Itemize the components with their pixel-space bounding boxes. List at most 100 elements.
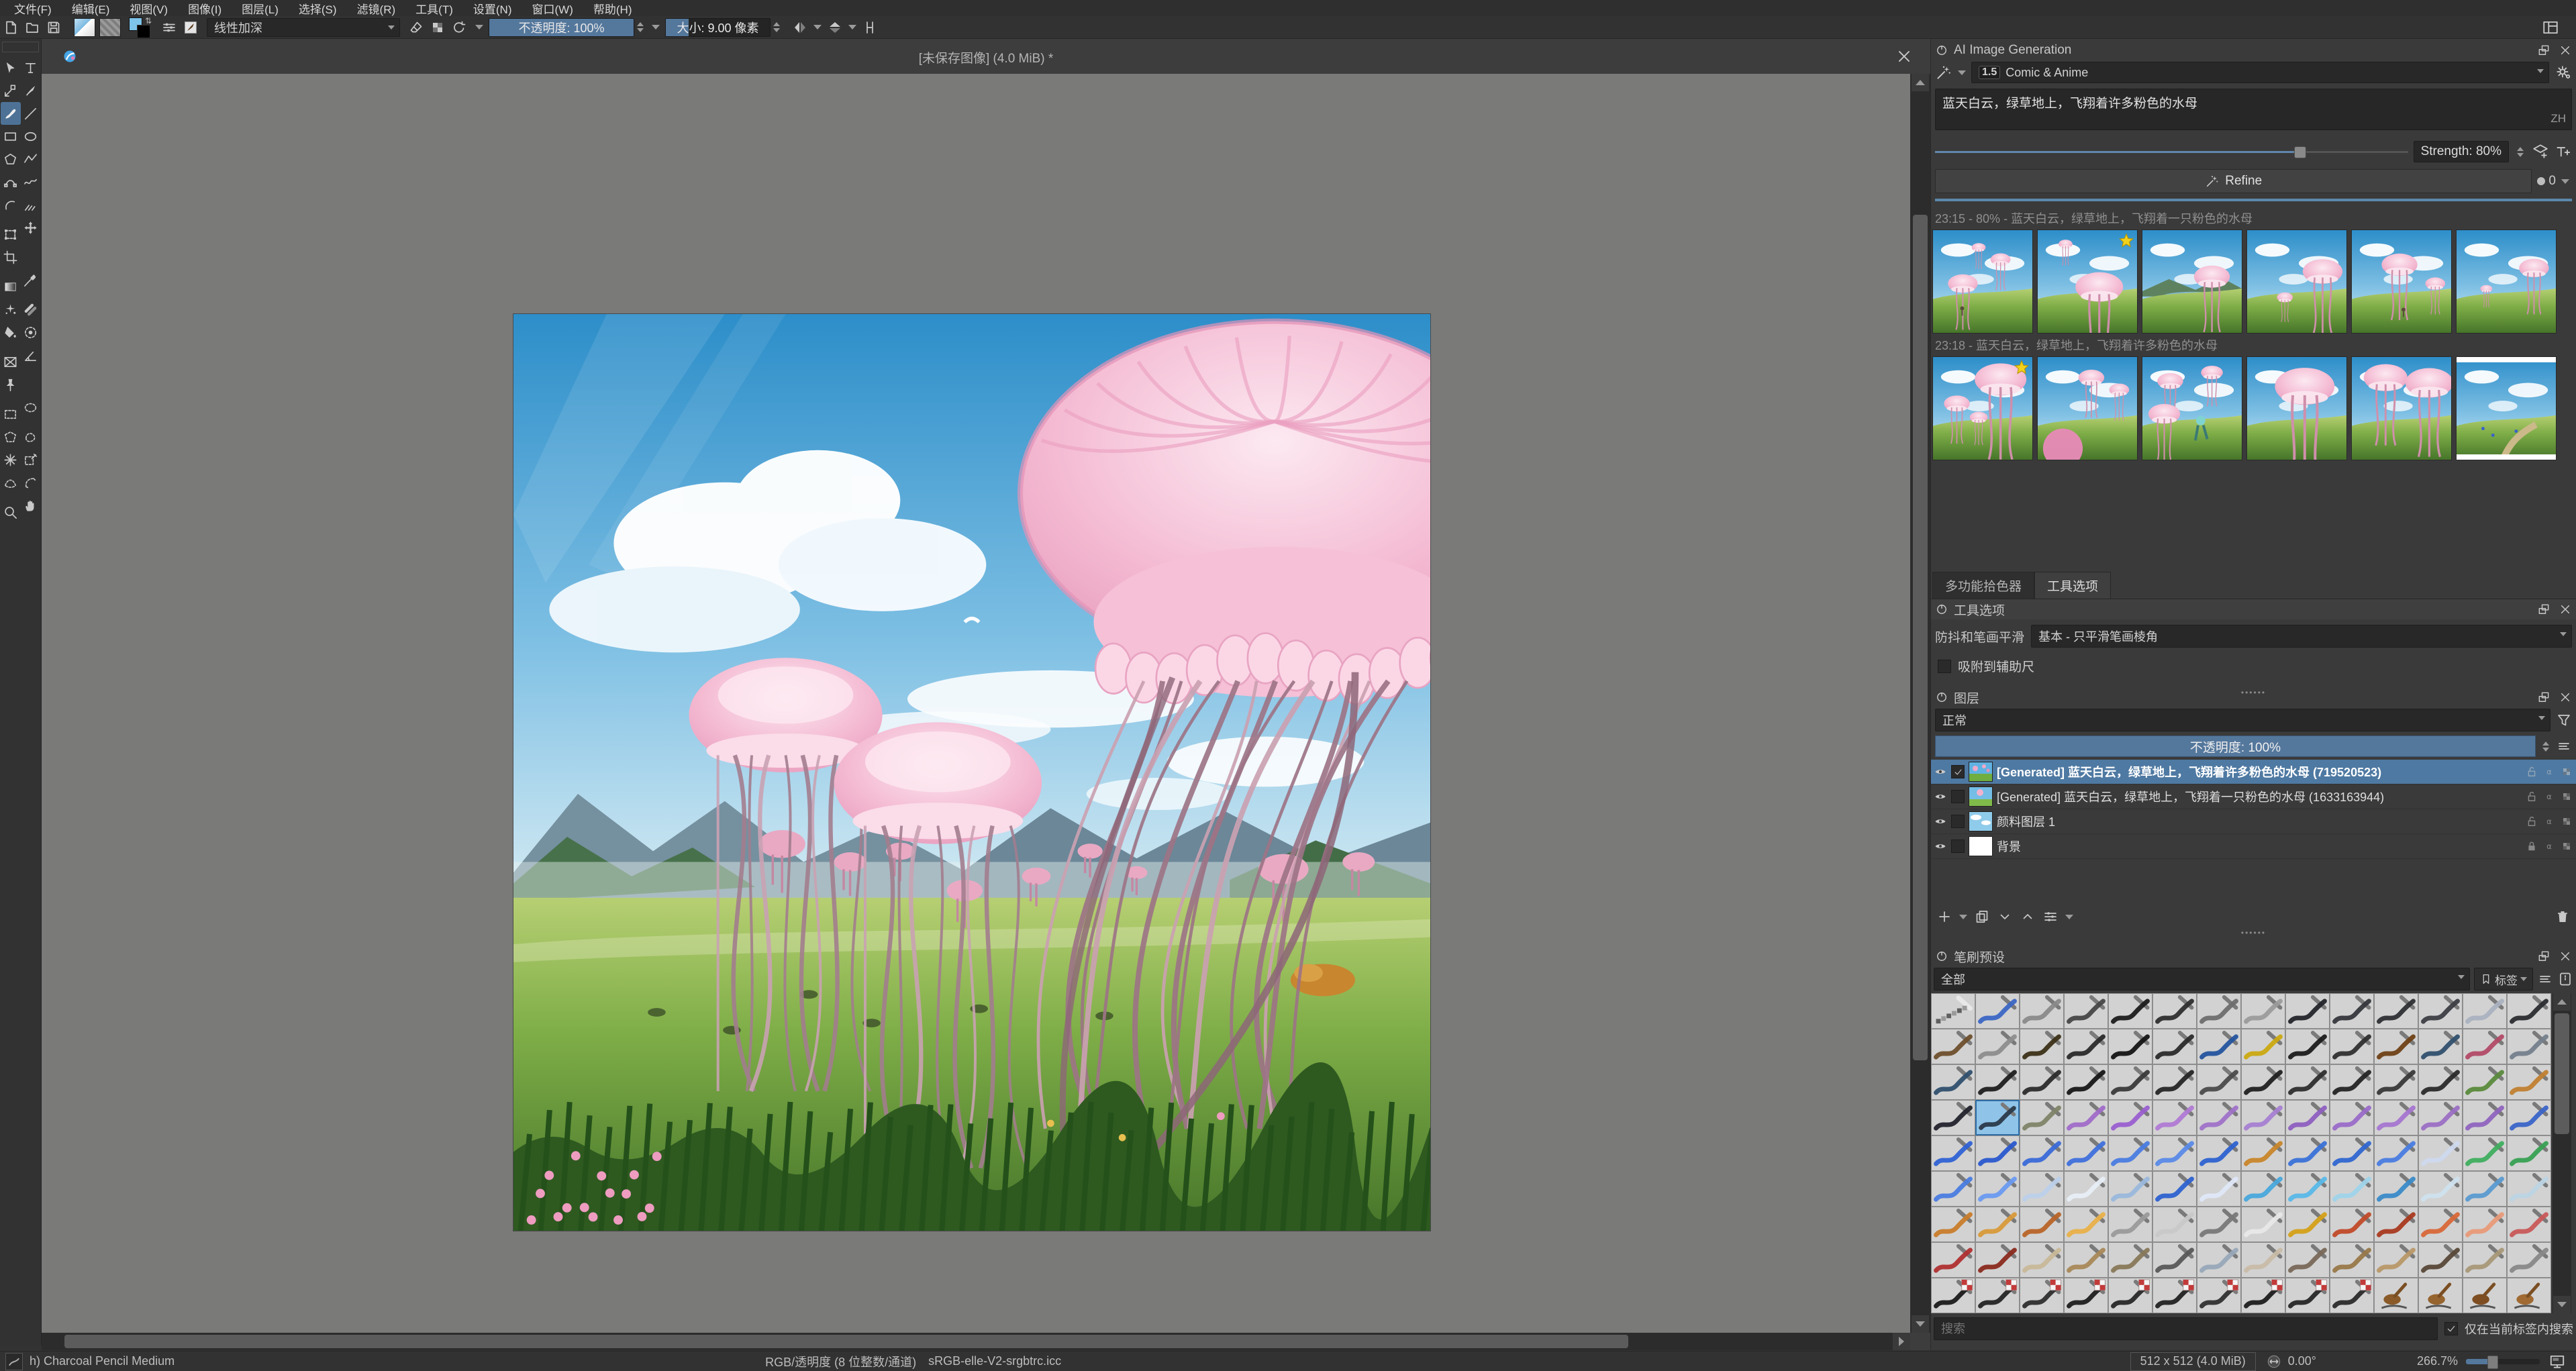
layer-row-1[interactable]: [Generated] 蓝天白云，绿草地上，飞翔着一只粉色的水母 (163316…	[1931, 784, 2576, 809]
tool-select-contiguous[interactable]	[1, 448, 21, 471]
layer-row-0[interactable]: [Generated] 蓝天白云，绿草地上，飞翔着许多粉色的水母 (719520…	[1931, 760, 2576, 784]
brush-preset-8-11[interactable]	[2418, 1278, 2463, 1313]
menu-item-10[interactable]: 帮助(H)	[583, 0, 642, 17]
history-thumbnail-0-0[interactable]	[1932, 230, 2033, 334]
close-docker-icon[interactable]	[2559, 691, 2572, 704]
tool-options-docker-header[interactable]: 工具选项	[1931, 599, 2576, 619]
menu-item-7[interactable]: 工具(T)	[405, 0, 463, 17]
history-thumbnail-0-5[interactable]	[2456, 230, 2557, 334]
layer-filter-icon[interactable]	[2556, 712, 2572, 728]
brush-preset-2-0[interactable]	[1931, 1064, 1975, 1100]
history-thumbnail-0-1[interactable]	[2037, 230, 2138, 334]
horizontal-scroll-thumb[interactable]	[64, 1335, 1628, 1348]
brush-preset-4-13[interactable]	[2507, 1135, 2551, 1171]
tool-select-similar[interactable]	[21, 448, 41, 471]
brush-preset-7-3[interactable]	[2064, 1242, 2108, 1278]
brush-preset-8-9[interactable]	[2330, 1278, 2374, 1313]
brush-preset-8-8[interactable]	[2285, 1278, 2330, 1313]
new-document-button[interactable]	[0, 17, 21, 38]
brush-preset-0-6[interactable]	[2197, 993, 2241, 1029]
alpha-lock-icon[interactable]	[2560, 765, 2573, 778]
brush-preset-7-2[interactable]	[2020, 1242, 2064, 1278]
history-thumbnail-1-0[interactable]	[1932, 356, 2033, 460]
brush-preset-6-5[interactable]	[2152, 1207, 2197, 1242]
brush-preset-0-7[interactable]	[2241, 993, 2285, 1029]
scroll-down-button[interactable]	[1912, 1315, 1929, 1333]
brush-preset-0-0[interactable]	[1931, 993, 1975, 1029]
history-thumbnail-0-3[interactable]	[2246, 230, 2347, 334]
menu-item-6[interactable]: 滤镜(R)	[347, 0, 406, 17]
inherit-alpha-icon[interactable]: α	[2542, 765, 2556, 778]
brush-scroll-thumb[interactable]	[2555, 1013, 2569, 1134]
tool-color-sampler[interactable]	[21, 268, 41, 291]
menu-item-3[interactable]: 图像(I)	[178, 0, 232, 17]
brush-preset-7-9[interactable]	[2330, 1242, 2374, 1278]
brush-preset-6-3[interactable]	[2064, 1207, 2108, 1242]
brush-preset-3-13[interactable]	[2507, 1100, 2551, 1135]
inherit-alpha-icon[interactable]: α	[2542, 840, 2556, 853]
tool-enclose-fill[interactable]	[21, 321, 41, 344]
menu-item-5[interactable]: 选择(S)	[289, 0, 347, 17]
menu-item-9[interactable]: 窗口(W)	[522, 0, 583, 17]
brush-preset-6-13[interactable]	[2507, 1207, 2551, 1242]
vertical-scrollbar[interactable]	[1910, 74, 1930, 1333]
tool-smart-patch[interactable]	[21, 298, 41, 321]
brush-preset-0-4[interactable]	[2108, 993, 2152, 1029]
brush-preset-0-1[interactable]	[1975, 993, 2020, 1029]
inherit-alpha-icon[interactable]: α	[2542, 790, 2556, 803]
ai-settings-icon[interactable]	[2555, 64, 2572, 81]
brush-preset-3-8[interactable]	[2285, 1100, 2330, 1135]
brush-preset-5-2[interactable]	[2020, 1171, 2064, 1207]
alpha-lock-icon[interactable]	[2560, 840, 2573, 853]
brush-preset-6-6[interactable]	[2197, 1207, 2241, 1242]
brush-preset-5-1[interactable]	[1975, 1171, 2020, 1207]
reload-preset-button[interactable]	[448, 17, 470, 38]
tool-polygon[interactable]	[1, 148, 21, 170]
tool-select-bezier[interactable]	[1, 471, 21, 494]
current-brush-preview[interactable]	[5, 1352, 23, 1370]
workspace-chooser-button[interactable]	[2540, 17, 2561, 38]
scroll-right-button[interactable]	[1893, 1333, 1910, 1350]
move-layer-up-icon[interactable]	[2020, 909, 2036, 925]
brush-preset-7-5[interactable]	[2152, 1242, 2197, 1278]
save-document-button[interactable]	[43, 17, 64, 38]
close-docker-icon[interactable]	[2559, 950, 2572, 963]
brush-preset-0-13[interactable]	[2507, 993, 2551, 1029]
float-docker-icon[interactable]	[2537, 603, 2550, 616]
tool-colorize-mask[interactable]	[1, 298, 21, 321]
brush-preset-2-13[interactable]	[2507, 1064, 2551, 1100]
tool-freehand-path[interactable]	[21, 170, 41, 193]
tool-calligraphy[interactable]	[21, 79, 41, 102]
generate-menu-icon[interactable]	[1935, 64, 1952, 81]
brush-preset-6-10[interactable]	[2374, 1207, 2418, 1242]
brush-preset-1-13[interactable]	[2507, 1029, 2551, 1064]
brush-preset-7-8[interactable]	[2285, 1242, 2330, 1278]
brush-preset-2-1[interactable]	[1975, 1064, 2020, 1100]
brush-preset-4-11[interactable]	[2418, 1135, 2463, 1171]
smoothing-dropdown[interactable]: 基本 - 只平滑笔画棱角	[2031, 625, 2572, 648]
canvas-artwork[interactable]	[513, 314, 1430, 1231]
layer-opacity-slider[interactable]: 不透明度: 100%	[1935, 735, 2536, 757]
brush-preset-5-7[interactable]	[2241, 1171, 2285, 1207]
brush-preset-1-10[interactable]	[2374, 1029, 2418, 1064]
brush-preset-3-12[interactable]	[2463, 1100, 2507, 1135]
brush-preset-0-12[interactable]	[2463, 993, 2507, 1029]
brush-preset-2-9[interactable]	[2330, 1064, 2374, 1100]
brush-preset-2-6[interactable]	[2197, 1064, 2241, 1100]
brush-preset-6-2[interactable]	[2020, 1207, 2064, 1242]
brush-preset-4-2[interactable]	[2020, 1135, 2064, 1171]
brush-preset-5-12[interactable]	[2463, 1171, 2507, 1207]
brush-presets-docker-header[interactable]: 笔刷预设	[1931, 946, 2576, 966]
layer-thumbnail[interactable]	[1969, 762, 1993, 782]
strength-spinner[interactable]	[2514, 143, 2526, 160]
brush-filter-dropdown[interactable]: 全部	[1934, 968, 2470, 991]
brush-preset-1-3[interactable]	[2064, 1029, 2108, 1064]
document-size-widget[interactable]: 512 x 512 (4.0 MiB)	[2130, 1352, 2256, 1371]
brush-preset-6-0[interactable]	[1931, 1207, 1975, 1242]
mirror-horizontal-caret[interactable]	[813, 25, 822, 30]
tool-select-polygonal[interactable]	[1, 425, 21, 448]
brush-preset-4-10[interactable]	[2374, 1135, 2418, 1171]
canvas-rotation-icon[interactable]	[2265, 1353, 2283, 1370]
brush-preset-7-13[interactable]	[2507, 1242, 2551, 1278]
layer-visibility-icon[interactable]	[1934, 815, 1947, 828]
